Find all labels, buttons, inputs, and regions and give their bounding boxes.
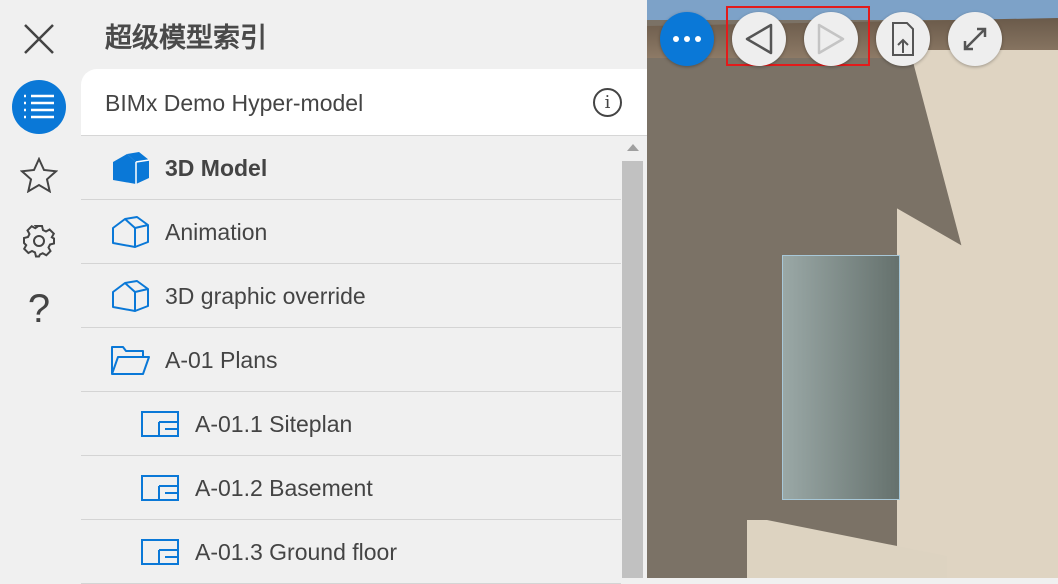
next-view-button[interactable] xyxy=(804,12,858,66)
model-header: BIMx Demo Hyper-model i xyxy=(81,69,647,136)
beige-wall xyxy=(897,50,1058,578)
star-icon xyxy=(20,157,58,193)
list-item[interactable]: Animation xyxy=(81,200,621,264)
layout-sheet-icon xyxy=(139,534,181,570)
side-rail: ? xyxy=(0,0,80,578)
cube-outline-icon xyxy=(109,214,151,250)
triangle-right-icon xyxy=(817,23,845,55)
list-item[interactable]: 3D graphic override xyxy=(81,264,621,328)
gear-icon xyxy=(22,224,56,258)
layout-sheet-icon xyxy=(139,470,181,506)
glass-window xyxy=(782,255,900,500)
index-list: 3D Model Animation 3D graphic override A-01… xyxy=(81,136,621,584)
cube-outline-icon xyxy=(109,278,151,314)
previous-view-button[interactable] xyxy=(732,12,786,66)
3d-viewport[interactable] xyxy=(647,0,1058,578)
hyper-model-index-panel: 超级模型索引 BIMx Demo Hyper-model i 3D Model A… xyxy=(81,0,647,584)
list-item-label: A-01.3 Ground floor xyxy=(195,539,398,565)
more-icon xyxy=(673,36,701,42)
scrollbar-thumb[interactable] xyxy=(622,161,643,578)
scrollbar[interactable] xyxy=(621,136,647,578)
info-button[interactable]: i xyxy=(593,88,622,117)
page-title: 超级模型索引 xyxy=(105,23,267,54)
info-icon: i xyxy=(604,92,611,113)
list-item-label: 3D graphic override xyxy=(165,283,366,309)
favorites-button[interactable] xyxy=(12,148,66,202)
layout-sheet-icon xyxy=(139,406,181,442)
fullscreen-button[interactable] xyxy=(948,12,1002,66)
list-item[interactable]: A-01.3 Ground floor xyxy=(81,520,621,584)
more-button[interactable] xyxy=(660,12,714,66)
model-name: BIMx Demo Hyper-model xyxy=(105,90,364,116)
help-button[interactable]: ? xyxy=(12,282,66,336)
list-item[interactable]: A-01.1 Siteplan xyxy=(81,392,621,456)
list-item-label: A-01.2 Basement xyxy=(195,475,373,501)
close-button[interactable] xyxy=(12,12,66,66)
list-item-label: 3D Model xyxy=(165,155,268,181)
expand-icon xyxy=(963,27,987,51)
index-button[interactable] xyxy=(12,80,66,134)
list-item-label: A-01 Plans xyxy=(165,347,278,373)
list-item-label: A-01.1 Siteplan xyxy=(195,411,353,437)
scroll-up-arrow[interactable] xyxy=(627,144,639,151)
file-upload-icon xyxy=(892,22,914,56)
share-button[interactable] xyxy=(876,12,930,66)
list-item[interactable]: A-01.2 Basement xyxy=(81,456,621,520)
folder-open-icon xyxy=(109,342,151,378)
help-icon: ? xyxy=(27,286,51,331)
list-icon xyxy=(24,94,54,119)
cube-filled-icon xyxy=(109,150,151,186)
settings-button[interactable] xyxy=(12,214,66,268)
list-item[interactable]: A-01 Plans xyxy=(81,328,621,392)
close-icon xyxy=(24,24,54,54)
list-item-label: Animation xyxy=(165,219,268,245)
triangle-left-icon xyxy=(745,23,773,55)
list-item[interactable]: 3D Model xyxy=(81,136,621,200)
